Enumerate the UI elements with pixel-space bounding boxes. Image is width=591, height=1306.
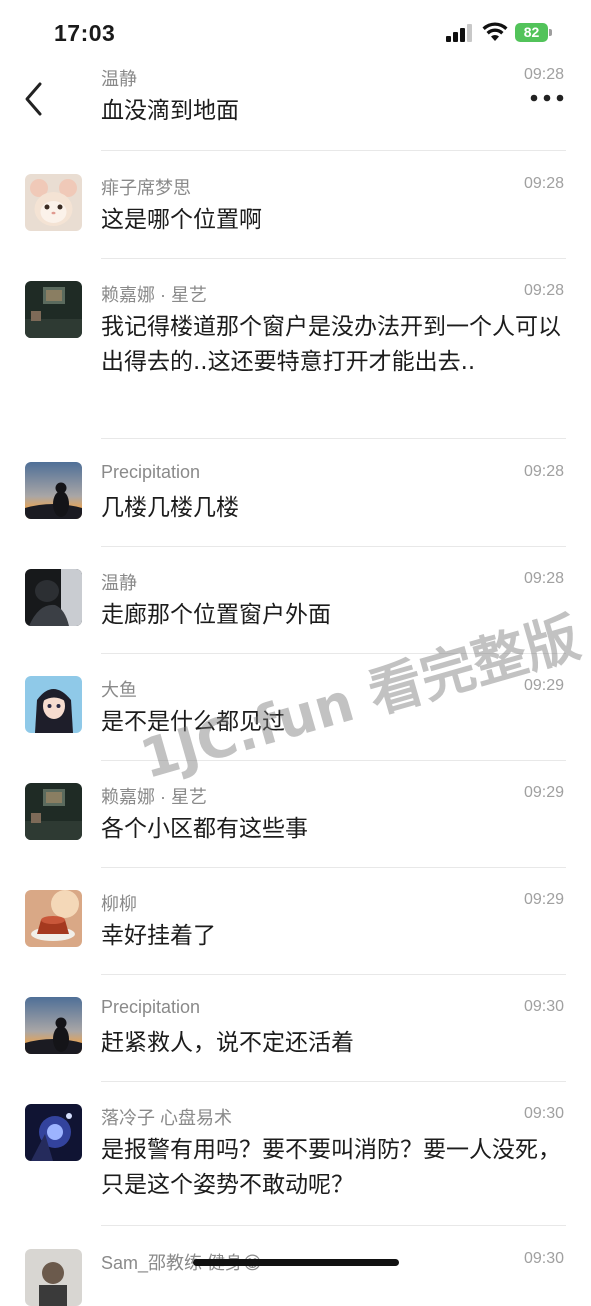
comment-row[interactable]: 柳柳 09:29 幸好挂着了 — [0, 868, 591, 975]
person-avatar[interactable] — [25, 1249, 82, 1306]
commenter-name: 大鱼 — [101, 680, 137, 700]
room-avatar[interactable] — [25, 281, 82, 338]
comment-time: 09:30 — [523, 998, 564, 1015]
comment-row[interactable]: 赖嘉娜 · 星艺 09:28 我记得楼道那个窗户是没办法开到一个人可以出得去的.… — [0, 259, 591, 440]
room-avatar[interactable] — [25, 783, 82, 840]
comment-text: 幸好挂着了 — [101, 923, 216, 949]
commenter-name: 痱子席梦思 — [101, 178, 191, 198]
comment-text: 是不是什么都见过 — [101, 709, 285, 735]
home-indicator — [193, 1259, 399, 1266]
commenter-name: 赖嘉娜 · 星艺 — [101, 787, 207, 807]
comment-feed: 温静 09:28 血没滴到地面 痱子席梦思 09:28 这是哪个位置啊 赖嘉娜 … — [0, 62, 591, 1306]
comment-row[interactable]: 温静 09:28 血没滴到地面 — [0, 62, 591, 152]
cellular-signal-icon — [446, 24, 472, 42]
comment-row[interactable]: Precipitation 09:28 几楼几楼几楼 — [0, 440, 591, 547]
comment-time: 09:29 — [523, 677, 564, 694]
comment-text: 这是哪个位置啊 — [101, 207, 262, 233]
commenter-name: 温静 — [101, 69, 137, 89]
dark-photo-avatar[interactable] — [25, 569, 82, 626]
battery-tip — [549, 29, 552, 36]
comment-time: 09:29 — [523, 891, 564, 908]
comment-time: 09:28 — [523, 175, 564, 192]
comment-text: 血没滴到地面 — [101, 98, 239, 124]
commenter-name: 柳柳 — [101, 894, 137, 914]
comment-text: 各个小区都有这些事 — [101, 816, 308, 842]
comment-text: 是报警有用吗？要不要叫消防？要一人没死，只是这个姿势不敢动呢？ — [101, 1137, 561, 1198]
wifi-icon — [482, 22, 508, 41]
anime-avatar[interactable] — [25, 676, 82, 733]
comment-text: 几楼几楼几楼 — [101, 495, 239, 521]
sunset-avatar[interactable] — [25, 462, 82, 519]
comment-row[interactable]: 痱子席梦思 09:28 这是哪个位置啊 — [0, 152, 591, 259]
fantasy-avatar[interactable] — [25, 1104, 82, 1161]
commenter-name: Precipitation — [101, 997, 201, 1017]
cat-avatar[interactable] — [25, 174, 82, 231]
commenter-name: 赖嘉娜 · 星艺 — [101, 285, 207, 305]
comment-time: 09:28 — [523, 66, 564, 83]
comment-row[interactable]: 大鱼 09:29 是不是什么都见过 — [0, 654, 591, 761]
comment-text: 我记得楼道那个窗户是没办法开到一个人可以出得去的..这还要特意打开才能出去.. — [101, 314, 561, 375]
comment-row[interactable]: Sam_邵教练 健身😁 09:30 — [0, 1227, 591, 1306]
comment-row[interactable]: 赖嘉娜 · 星艺 09:29 各个小区都有这些事 — [0, 761, 591, 868]
comment-time: 09:29 — [523, 784, 564, 801]
comment-row[interactable]: 落冷子 心盘易术 09:30 是报警有用吗？要不要叫消防？要一人没死，只是这个姿… — [0, 1082, 591, 1227]
cake-avatar[interactable] — [25, 890, 82, 947]
comment-text: 走廊那个位置窗户外面 — [101, 602, 331, 628]
comment-row[interactable]: Precipitation 09:30 赶紧救人，说不定还活着 — [0, 975, 591, 1082]
divider — [101, 1225, 566, 1226]
commenter-name: Precipitation — [101, 462, 201, 482]
comment-row[interactable]: 温静 09:28 走廊那个位置窗户外面 — [0, 547, 591, 654]
commenter-name: 落冷子 心盘易术 — [101, 1108, 233, 1128]
battery-icon: 82 — [515, 23, 548, 42]
comment-time: 09:28 — [523, 463, 564, 480]
comment-time: 09:30 — [523, 1105, 564, 1122]
status-time: 17:03 — [54, 20, 116, 46]
comment-time: 09:28 — [523, 570, 564, 587]
commenter-name: 温静 — [101, 573, 137, 593]
sunset-avatar[interactable] — [25, 997, 82, 1054]
divider — [101, 438, 566, 439]
comment-time: 09:30 — [523, 1250, 564, 1267]
status-bar: 17:03 82 — [0, 0, 591, 62]
comment-text: 赶紧救人，说不定还活着 — [101, 1030, 354, 1056]
divider — [101, 150, 566, 151]
comment-time: 09:28 — [523, 282, 564, 299]
